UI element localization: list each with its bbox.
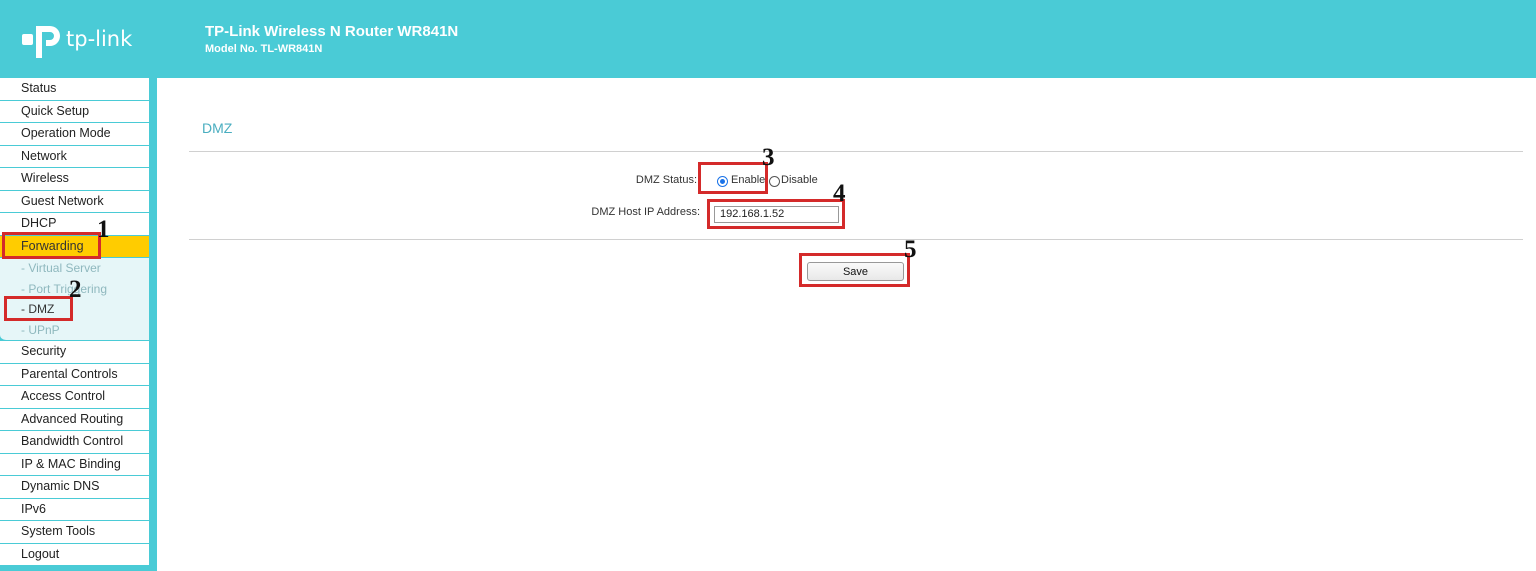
sidebar-item-advanced-routing[interactable]: Advanced Routing [0,408,149,431]
callout-box-2 [4,296,73,321]
sidebar-item-system-tools[interactable]: System Tools [0,521,149,544]
sidebar-item-parental-controls[interactable]: Parental Controls [0,363,149,386]
sidebar-item-access-control[interactable]: Access Control [0,386,149,409]
divider-bottom [189,239,1523,240]
dmz-status-label: DMZ Status: [635,174,697,186]
main-content: DMZ DMZ Status: Enable Disable DMZ Host … [157,78,1536,571]
callout-number-5: 5 [904,236,917,263]
divider-top [189,151,1523,152]
sidebar-item-ipv6[interactable]: IPv6 [0,498,149,521]
callout-number-1: 1 [97,216,110,243]
model-number: Model No. TL-WR841N [205,43,323,55]
callout-box-5 [799,253,910,287]
sidebar: Status Quick Setup Operation Mode Networ… [0,78,157,571]
sidebar-item-ip-mac-binding[interactable]: IP & MAC Binding [0,453,149,476]
disable-radio-label[interactable]: Disable [781,174,818,186]
sidebar-subitem-upnp[interactable]: - UPnP [0,320,149,341]
sidebar-item-security[interactable]: Security [0,341,149,364]
callout-box-1 [2,232,101,259]
sidebar-item-status[interactable]: Status [0,78,149,101]
disable-radio[interactable] [769,176,780,187]
sidebar-item-logout[interactable]: Logout [0,543,149,566]
callout-number-2: 2 [69,276,82,303]
header: tp-link TP-Link Wireless N Router WR841N… [0,0,1536,78]
dmz-host-ip-label: DMZ Host IP Address: [591,206,700,218]
sidebar-item-dynamic-dns[interactable]: Dynamic DNS [0,476,149,499]
sidebar-item-network[interactable]: Network [0,145,149,168]
callout-number-3: 3 [762,144,775,171]
callout-number-4: 4 [833,180,846,207]
sidebar-menu: Status Quick Setup Operation Mode Networ… [0,78,149,566]
sidebar-item-operation-mode[interactable]: Operation Mode [0,123,149,146]
logo-text: tp-link [66,27,133,51]
callout-box-3 [698,162,768,194]
tp-link-logo-icon [22,26,60,58]
router-title: TP-Link Wireless N Router WR841N [205,23,459,40]
tp-link-logo: tp-link [22,22,142,62]
sidebar-item-guest-network[interactable]: Guest Network [0,190,149,213]
callout-box-4 [707,199,845,229]
sidebar-item-bandwidth-control[interactable]: Bandwidth Control [0,431,149,454]
sidebar-item-wireless[interactable]: Wireless [0,168,149,191]
page-title: DMZ [202,120,233,136]
sidebar-item-quick-setup[interactable]: Quick Setup [0,100,149,123]
